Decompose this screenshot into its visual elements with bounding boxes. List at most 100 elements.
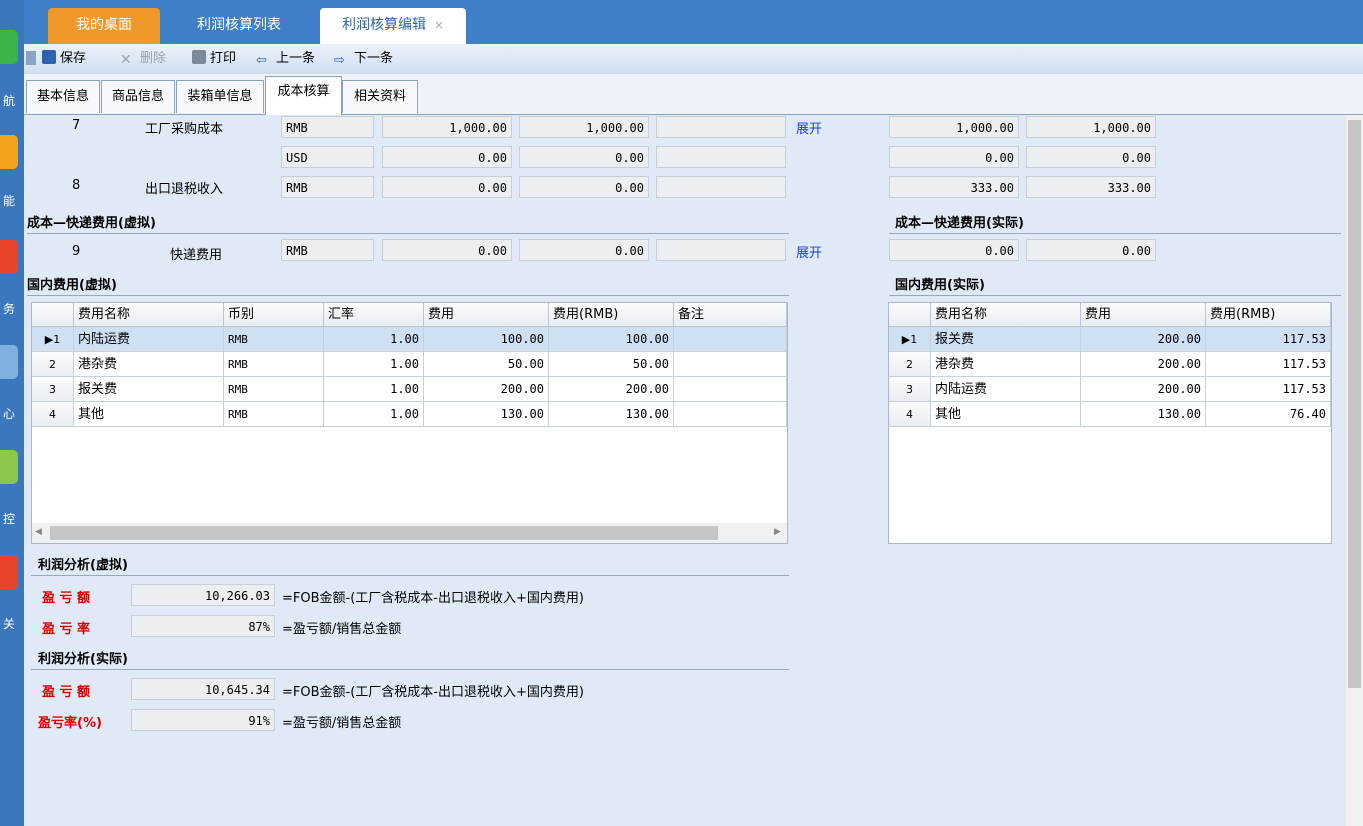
scroll-left-icon[interactable]: ◀: [35, 527, 42, 537]
table-cell[interactable]: 港杂费: [931, 352, 1081, 377]
table-cell[interactable]: RMB: [224, 327, 324, 352]
table-cell[interactable]: 1.00: [324, 377, 424, 402]
actual-value-field[interactable]: 0.00: [889, 146, 1019, 168]
table-cell[interactable]: 130.00: [424, 402, 549, 427]
close-icon[interactable]: ×: [434, 18, 444, 32]
virtual-value-field[interactable]: 0.00: [382, 176, 512, 198]
rail-module-button-1[interactable]: [0, 30, 18, 64]
table-cell[interactable]: 港杂费: [74, 352, 224, 377]
virtual-value-field[interactable]: 0.00: [519, 239, 649, 261]
row-number[interactable]: ▶1: [889, 327, 931, 352]
virtual-value-field[interactable]: [656, 239, 786, 261]
next-record-button[interactable]: ⇨ 下一条: [334, 50, 393, 68]
actual-value-field[interactable]: 1,000.00: [889, 116, 1019, 138]
currency-field[interactable]: USD: [281, 146, 374, 168]
tab-packing-list[interactable]: 装箱单信息: [176, 80, 264, 113]
rail-module-button-6[interactable]: [0, 555, 18, 589]
profit-amount-field[interactable]: 10,645.34: [131, 678, 275, 700]
tab-profit-list[interactable]: 利润核算列表: [174, 8, 304, 44]
column-header[interactable]: 费用: [1081, 303, 1206, 327]
horizontal-scrollbar-thumb[interactable]: [50, 526, 718, 540]
table-cell[interactable]: [674, 402, 787, 427]
tab-product-info[interactable]: 商品信息: [101, 80, 175, 113]
row-number[interactable]: 2: [889, 352, 931, 377]
table-cell[interactable]: 130.00: [549, 402, 674, 427]
table-cell[interactable]: 100.00: [549, 327, 674, 352]
table-cell[interactable]: RMB: [224, 402, 324, 427]
table-cell[interactable]: 117.53: [1206, 327, 1331, 352]
table-cell[interactable]: 50.00: [549, 352, 674, 377]
profit-amount-field[interactable]: 10,266.03: [131, 584, 275, 606]
rail-module-button-4[interactable]: [0, 345, 18, 379]
table-cell[interactable]: [674, 327, 787, 352]
table-cell[interactable]: 200.00: [1081, 377, 1206, 402]
actual-value-field[interactable]: 1,000.00: [1026, 116, 1156, 138]
table-cell[interactable]: 200.00: [1081, 327, 1206, 352]
table-cell[interactable]: 100.00: [424, 327, 549, 352]
table-cell[interactable]: 1.00: [324, 402, 424, 427]
column-header[interactable]: 费用名称: [931, 303, 1081, 327]
table-cell[interactable]: 117.53: [1206, 352, 1331, 377]
table-cell[interactable]: 200.00: [1081, 352, 1206, 377]
table-cell[interactable]: 200.00: [424, 377, 549, 402]
virtual-value-field[interactable]: [656, 176, 786, 198]
table-cell[interactable]: 117.53: [1206, 377, 1331, 402]
actual-value-field[interactable]: 0.00: [1026, 146, 1156, 168]
save-button[interactable]: 保存: [42, 50, 86, 68]
vertical-scrollbar-thumb[interactable]: [1348, 120, 1361, 688]
table-cell[interactable]: [674, 377, 787, 402]
print-button[interactable]: 打印: [192, 50, 236, 68]
row-number[interactable]: 2: [32, 352, 74, 377]
profit-rate-field[interactable]: 87%: [131, 615, 275, 637]
table-cell[interactable]: 50.00: [424, 352, 549, 377]
column-header[interactable]: 费用名称: [74, 303, 224, 327]
tab-cost-accounting[interactable]: 成本核算: [265, 76, 342, 115]
rail-module-button-2[interactable]: [0, 135, 18, 169]
table-cell[interactable]: 200.00: [549, 377, 674, 402]
tab-basic-info[interactable]: 基本信息: [26, 80, 100, 113]
table-cell[interactable]: RMB: [224, 377, 324, 402]
column-header[interactable]: 费用: [424, 303, 549, 327]
currency-field[interactable]: RMB: [281, 239, 374, 261]
profit-rate-field[interactable]: 91%: [131, 709, 275, 731]
table-cell[interactable]: 报关费: [74, 377, 224, 402]
table-cell[interactable]: [674, 352, 787, 377]
row-number[interactable]: 3: [32, 377, 74, 402]
column-header[interactable]: 备注: [674, 303, 787, 327]
tab-profit-edit[interactable]: 利润核算编辑 ×: [320, 8, 466, 44]
table-cell[interactable]: 130.00: [1081, 402, 1206, 427]
currency-field[interactable]: RMB: [281, 116, 374, 138]
column-header[interactable]: 费用(RMB): [549, 303, 674, 327]
prev-record-button[interactable]: ⇦ 上一条: [256, 50, 315, 68]
tab-my-desktop[interactable]: 我的桌面: [48, 8, 160, 44]
virtual-value-field[interactable]: 0.00: [382, 146, 512, 168]
row-number[interactable]: 4: [32, 402, 74, 427]
table-cell[interactable]: 内陆运费: [931, 377, 1081, 402]
currency-field[interactable]: RMB: [281, 176, 374, 198]
virtual-value-field[interactable]: 1,000.00: [519, 116, 649, 138]
delete-button[interactable]: ✕ 删除: [120, 50, 166, 68]
virtual-value-field[interactable]: 0.00: [519, 146, 649, 168]
table-cell[interactable]: 内陆运费: [74, 327, 224, 352]
actual-value-field[interactable]: 333.00: [889, 176, 1019, 198]
column-header[interactable]: 汇率: [324, 303, 424, 327]
table-cell[interactable]: 其他: [74, 402, 224, 427]
row-number[interactable]: 4: [889, 402, 931, 427]
rail-module-button-5[interactable]: [0, 450, 18, 484]
virtual-value-field[interactable]: 0.00: [519, 176, 649, 198]
table-cell[interactable]: 76.40: [1206, 402, 1331, 427]
table-cell[interactable]: 报关费: [931, 327, 1081, 352]
table-cell[interactable]: RMB: [224, 352, 324, 377]
expand-link[interactable]: 展开: [796, 118, 822, 137]
actual-value-field[interactable]: 333.00: [1026, 176, 1156, 198]
rail-module-button-3[interactable]: [0, 240, 18, 274]
virtual-value-field[interactable]: 0.00: [382, 239, 512, 261]
table-cell[interactable]: 其他: [931, 402, 1081, 427]
table-cell[interactable]: 1.00: [324, 327, 424, 352]
row-number[interactable]: 3: [889, 377, 931, 402]
row-number[interactable]: ▶1: [32, 327, 74, 352]
virtual-value-field[interactable]: 1,000.00: [382, 116, 512, 138]
virtual-value-field[interactable]: [656, 146, 786, 168]
table-cell[interactable]: 1.00: [324, 352, 424, 377]
actual-value-field[interactable]: 0.00: [889, 239, 1019, 261]
